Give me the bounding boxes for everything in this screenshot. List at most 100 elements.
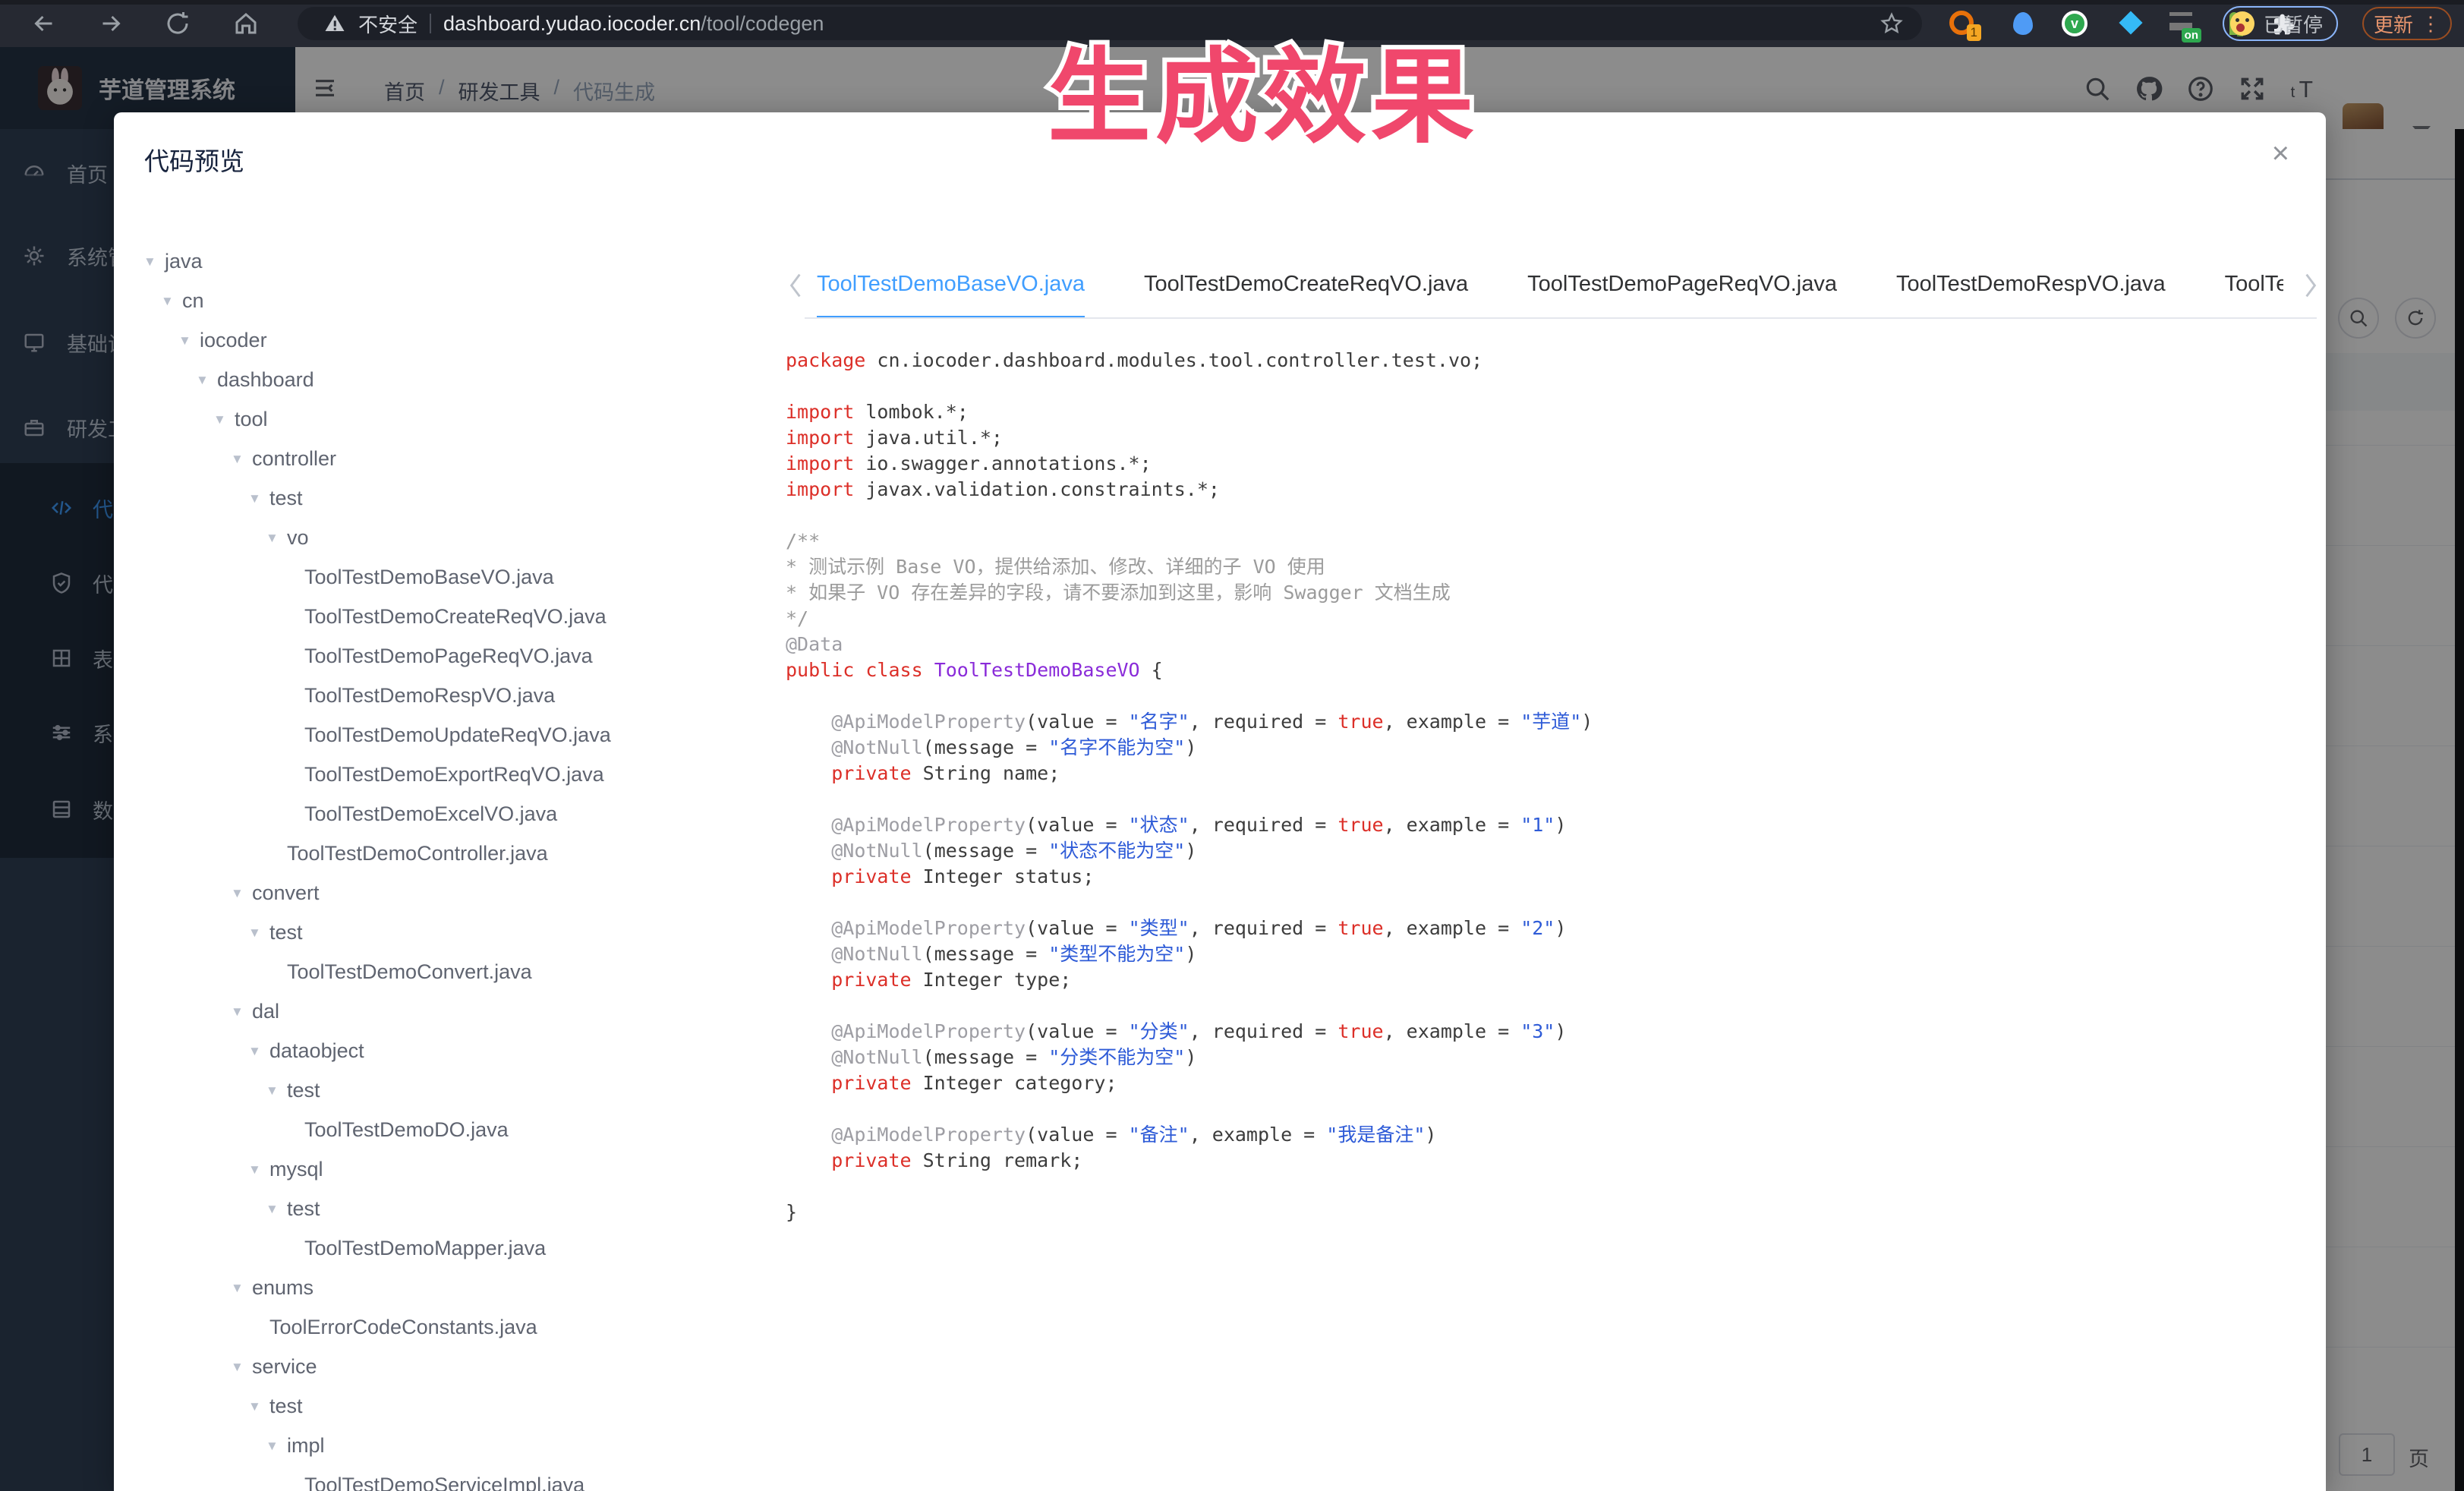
extension-2-icon[interactable] <box>2010 11 2036 36</box>
tree-node-label: ToolTestDemoMapper.java <box>304 1237 546 1260</box>
tree-node-label: convert <box>252 881 320 905</box>
code-line: * 测试示例 Base VO，提供给添加、修改、详细的子 VO 使用 <box>786 554 2311 580</box>
tree-file-node[interactable]: ToolTestDemoConvert.java <box>114 954 773 993</box>
tree-folder-node[interactable]: ▼ test <box>114 1190 773 1230</box>
caret-down-icon[interactable]: ▼ <box>248 925 261 941</box>
browser-update-button[interactable]: 更新 ⋮ <box>2362 7 2452 40</box>
code-line: public class ToolTestDemoBaseVO { <box>786 657 2311 683</box>
tree-folder-node[interactable]: ▼cn <box>114 282 773 322</box>
tree-file-node[interactable]: ToolTestDemoCreateReqVO.java <box>114 598 773 638</box>
caret-down-icon[interactable]: ▼ <box>231 1360 244 1375</box>
close-icon[interactable]: × <box>2272 138 2289 169</box>
tree-folder-node[interactable]: ▼ controller <box>114 440 773 480</box>
tree-node-label: vo <box>287 526 309 550</box>
tabs-scroll-right-icon[interactable] <box>2302 272 2320 299</box>
code-line: import lombok.*; <box>786 399 2311 425</box>
tree-file-node[interactable]: ToolTestDemoDO.java <box>114 1111 773 1151</box>
tree-node-label: dataobject <box>269 1039 364 1063</box>
tree-file-node[interactable]: ToolTestDemoPageReqVO.java <box>114 638 773 677</box>
tree-file-node[interactable]: ToolTestDemoExcelVO.java <box>114 796 773 835</box>
tree-folder-node[interactable]: ▼mysql <box>114 1151 773 1190</box>
tree-folder-node[interactable]: ▼test <box>114 914 773 954</box>
tree-node-label: test <box>269 487 303 510</box>
code-line <box>786 890 2311 916</box>
tree-folder-node[interactable]: ▼enums <box>114 1269 773 1309</box>
browser-tabstrip-edge <box>0 0 2464 5</box>
tabs-underline <box>805 317 2317 319</box>
tree-folder-node[interactable]: ▼dashboard <box>114 361 773 401</box>
tree-folder-node[interactable]: ▼ convert <box>114 875 773 914</box>
caret-down-icon[interactable]: ▼ <box>143 254 156 270</box>
insecure-label[interactable]: 不安全 <box>358 10 417 38</box>
caret-down-icon[interactable]: ▼ <box>161 294 174 309</box>
extension-1-icon[interactable]: 1 <box>1949 11 1975 36</box>
code-line <box>786 993 2311 1019</box>
tree-node-label: ToolTestDemoServiceImpl.java <box>304 1474 584 1491</box>
browser-menu-dots-icon[interactable]: ⋮ <box>2421 12 2440 36</box>
browser-home-icon[interactable] <box>232 10 260 37</box>
caret-down-icon[interactable]: ▼ <box>266 1202 279 1217</box>
tree-folder-node[interactable]: ▼test <box>114 1388 773 1427</box>
tree-file-node[interactable]: ToolTestDemoUpdateReqVO.java <box>114 717 773 756</box>
caret-down-icon[interactable]: ▼ <box>248 1399 261 1414</box>
tree-folder-node[interactable]: ▼ test <box>114 480 773 519</box>
caret-down-icon[interactable]: ▼ <box>231 886 244 901</box>
browser-reload-icon[interactable] <box>164 10 191 37</box>
file-tab-0[interactable]: ToolTestDemoBaseVO.java <box>817 254 1085 319</box>
file-tab-1[interactable]: ToolTestDemoCreateReqVO.java <box>1144 254 1468 319</box>
code-line: private Integer status; <box>786 864 2311 890</box>
tree-folder-node[interactable]: ▼tool <box>114 401 773 440</box>
tree-node-label: dal <box>252 1000 279 1023</box>
url-text[interactable]: dashboard.yudao.iocoder.cn/tool/codegen <box>443 12 824 36</box>
caret-down-icon[interactable]: ▼ <box>178 333 191 348</box>
tree-node-label: test <box>287 1197 320 1221</box>
caret-down-icon[interactable]: ▼ <box>248 1162 261 1177</box>
code-line <box>786 786 2311 812</box>
tabs-scroll-left-icon[interactable] <box>786 272 805 299</box>
browser-back-icon[interactable] <box>30 10 58 37</box>
tree-folder-node[interactable]: ▼test <box>114 1072 773 1111</box>
file-tab-3[interactable]: ToolTestDemoRespVO.java <box>1896 254 2166 319</box>
caret-down-icon[interactable]: ▼ <box>248 1044 261 1059</box>
extension-5-icon[interactable]: on <box>2168 11 2194 36</box>
tree-folder-node[interactable]: ▼ dataobject <box>114 1032 773 1072</box>
code-preview-dialog: 代码预览 × ▼java▼cn▼iocoder▼dashboard▼tool▼c… <box>114 112 2326 1491</box>
caret-down-icon[interactable]: ▼ <box>248 491 261 506</box>
tree-file-node[interactable]: ToolErrorCodeConstants.java <box>114 1309 773 1348</box>
tree-file-node[interactable]: ToolTestDemoMapper.java <box>114 1230 773 1269</box>
tree-folder-node[interactable]: ▼impl <box>114 1427 773 1467</box>
file-tab-2[interactable]: ToolTestDemoPageReqVO.java <box>1527 254 1837 319</box>
extension-3-icon[interactable]: v <box>2062 11 2087 36</box>
file-tab-4[interactable]: ToolTe <box>2225 254 2283 319</box>
tree-node-label: ToolTestDemoConvert.java <box>287 960 532 984</box>
tree-file-node[interactable]: ToolTestDemoExportReqVO.java <box>114 756 773 796</box>
caret-down-icon[interactable]: ▼ <box>266 531 279 546</box>
caret-down-icon[interactable]: ▼ <box>266 1439 279 1454</box>
tree-file-node[interactable]: ToolTestDemoController.java <box>114 835 773 875</box>
tree-folder-node[interactable]: ▼iocoder <box>114 322 773 361</box>
code-editor[interactable]: package cn.iocoder.dashboard.modules.too… <box>786 348 2311 1225</box>
browser-forward-icon[interactable] <box>97 10 124 37</box>
update-label: 更新 <box>2374 10 2413 38</box>
bookmark-star-icon[interactable] <box>1880 11 1904 36</box>
profile-paused-chip[interactable]: 已暂停 <box>2223 6 2338 41</box>
code-line: package cn.iocoder.dashboard.modules.too… <box>786 348 2311 374</box>
tree-file-node[interactable]: ToolTestDemoRespVO.java <box>114 677 773 717</box>
caret-down-icon[interactable]: ▼ <box>231 452 244 467</box>
caret-down-icon[interactable]: ▼ <box>266 1083 279 1099</box>
caret-down-icon[interactable]: ▼ <box>196 373 209 388</box>
caret-down-icon[interactable]: ▼ <box>231 1281 244 1296</box>
tree-file-node[interactable]: ToolTestDemoBaseVO.java <box>114 559 773 598</box>
tree-folder-node[interactable]: ▼ vo <box>114 519 773 559</box>
tree-file-node[interactable]: ToolTestDemoServiceImpl.java <box>114 1467 773 1491</box>
tree-node-label: controller <box>252 447 336 471</box>
tree-folder-node[interactable]: ▼service <box>114 1348 773 1388</box>
tree-folder-node[interactable]: ▼java <box>114 243 773 282</box>
extension-4-icon[interactable] <box>2118 11 2144 36</box>
tree-folder-node[interactable]: ▼ dal <box>114 993 773 1032</box>
code-line <box>786 683 2311 709</box>
dialog-title: 代码预览 <box>144 141 244 178</box>
code-line: } <box>786 1199 2311 1225</box>
caret-down-icon[interactable]: ▼ <box>231 1004 244 1020</box>
caret-down-icon[interactable]: ▼ <box>213 412 226 427</box>
